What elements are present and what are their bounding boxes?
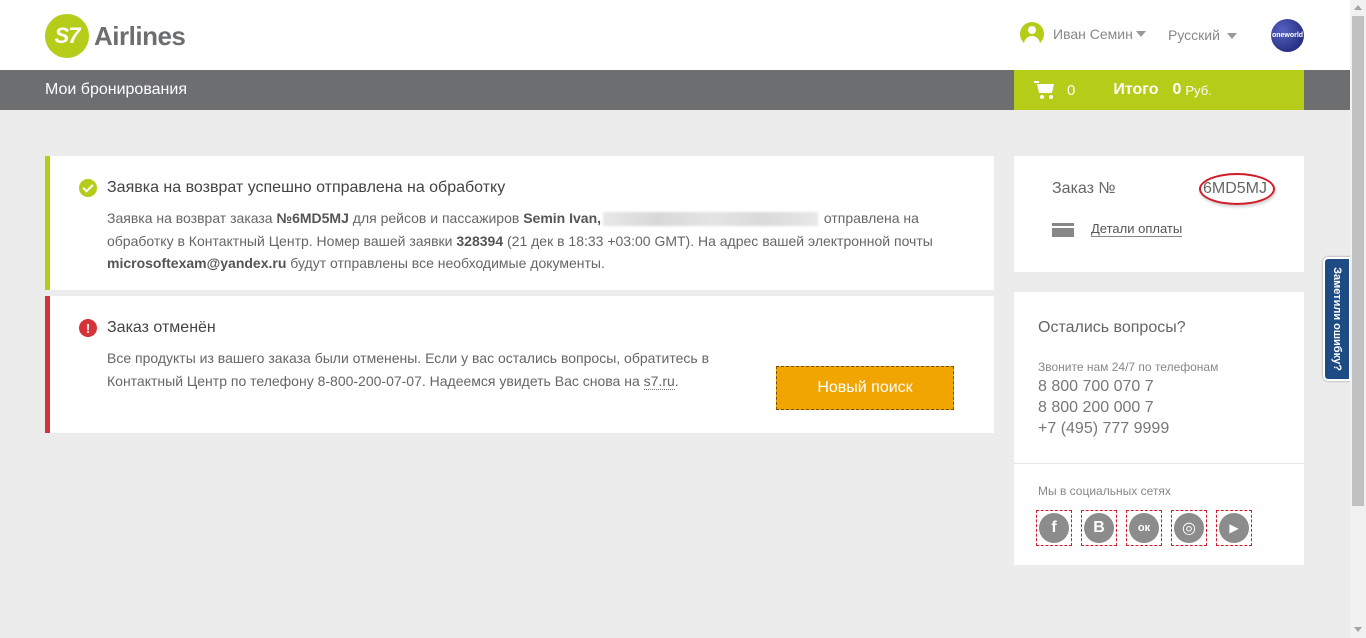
phone-number[interactable]: 8 800 700 070 7 (1038, 378, 1154, 396)
report-error-label: Заметили ошибку? (1331, 267, 1343, 371)
phone-number[interactable]: 8 800 200 000 7 (1038, 399, 1154, 417)
check-circle-icon (79, 179, 97, 197)
order-reference: №6MD5MJ (276, 210, 349, 226)
facebook-link[interactable]: f (1036, 510, 1072, 546)
order-info-card: Заказ № 6MD5MJ Детали оплаты (1014, 156, 1304, 272)
vkontakte-icon: B (1084, 513, 1114, 543)
user-name: Иван Семин (1053, 26, 1133, 42)
help-subtitle: Звоните нам 24/7 по телефонам (1038, 360, 1219, 374)
order-cancelled-text: Все продукты из вашего заказа были отмен… (107, 350, 710, 390)
social-label: Мы в социальных сетях (1038, 484, 1171, 498)
facebook-icon: f (1039, 513, 1069, 543)
s7-logo-text: Airlines (94, 20, 186, 51)
order-label: Заказ № (1052, 180, 1116, 197)
error-circle-icon: ! (79, 319, 97, 337)
redacted-passengers (603, 212, 819, 227)
cart-total-label: Итого (1113, 81, 1159, 98)
new-search-button[interactable]: Новый поиск (776, 366, 954, 410)
highlight-ring (1199, 173, 1275, 205)
chevron-down-icon (1135, 31, 1146, 37)
credit-card-icon (1052, 223, 1074, 237)
cart-currency: Руб. (1185, 82, 1212, 98)
scroll-down-icon[interactable] (1354, 627, 1362, 632)
header: S7 Airlines Иван Семин Русский oneworld (0, 0, 1350, 70)
cart-summary[interactable]: 0 Итого 0 Руб. (1014, 70, 1304, 110)
help-title: Остались вопросы? (1038, 319, 1186, 336)
youtube-link[interactable]: ▶ (1216, 510, 1252, 546)
s7-logo-mark: S7 (45, 14, 89, 58)
order-cancelled-card: ! Заказ отменён Все продукты из вашего з… (45, 296, 994, 433)
s7-logo[interactable]: S7 Airlines (45, 14, 186, 58)
odnoklassniki-icon: ок (1129, 513, 1159, 543)
phone-number[interactable]: +7 (495) 777 9999 (1038, 420, 1169, 438)
language-label: Русский (1168, 27, 1220, 43)
language-selector[interactable]: Русский (1168, 27, 1237, 43)
refund-success-title: Заявка на возврат успешно отправлена на … (79, 179, 505, 197)
odnoklassniki-link[interactable]: ок (1126, 510, 1162, 546)
refund-success-text: Заявка на возврат заказа №6MD5MJ для рей… (107, 210, 933, 271)
oneworld-logo[interactable]: oneworld (1271, 19, 1304, 52)
vkontakte-link[interactable]: B (1081, 510, 1117, 546)
help-card: Остались вопросы? Звоните нам 24/7 по те… (1014, 292, 1304, 565)
payment-details-link[interactable]: Детали оплаты (1091, 221, 1183, 237)
scroll-up-icon[interactable] (1354, 5, 1362, 10)
cart-icon (1034, 81, 1056, 99)
cart-count: 0 (1067, 81, 1076, 99)
report-error-tab[interactable]: Заметили ошибку? (1323, 257, 1351, 381)
user-icon (1020, 22, 1044, 46)
s7-site-link[interactable]: s7.ru (643, 372, 675, 390)
instagram-icon: ◎ (1174, 513, 1204, 543)
divider (1014, 463, 1304, 464)
user-menu[interactable]: Иван Семин (1020, 22, 1146, 46)
youtube-icon: ▶ (1219, 513, 1249, 543)
email-address: microsoftexam@yandex.ru (107, 255, 287, 271)
request-number: 328394 (456, 232, 504, 249)
cart-total-value: 0 (1172, 81, 1182, 98)
chevron-down-icon (1226, 33, 1237, 40)
page-title: Мои бронирования (45, 81, 187, 98)
order-cancelled-title: ! Заказ отменён (79, 319, 216, 337)
instagram-link[interactable]: ◎ (1171, 510, 1207, 546)
refund-success-card: Заявка на возврат успешно отправлена на … (45, 156, 994, 290)
passenger-name: Semin Ivan, (523, 210, 602, 226)
scrollbar[interactable] (1350, 0, 1366, 638)
navbar: Мои бронирования 0 Итого 0 Руб. (0, 70, 1350, 110)
scrollbar-thumb[interactable] (1352, 16, 1364, 506)
